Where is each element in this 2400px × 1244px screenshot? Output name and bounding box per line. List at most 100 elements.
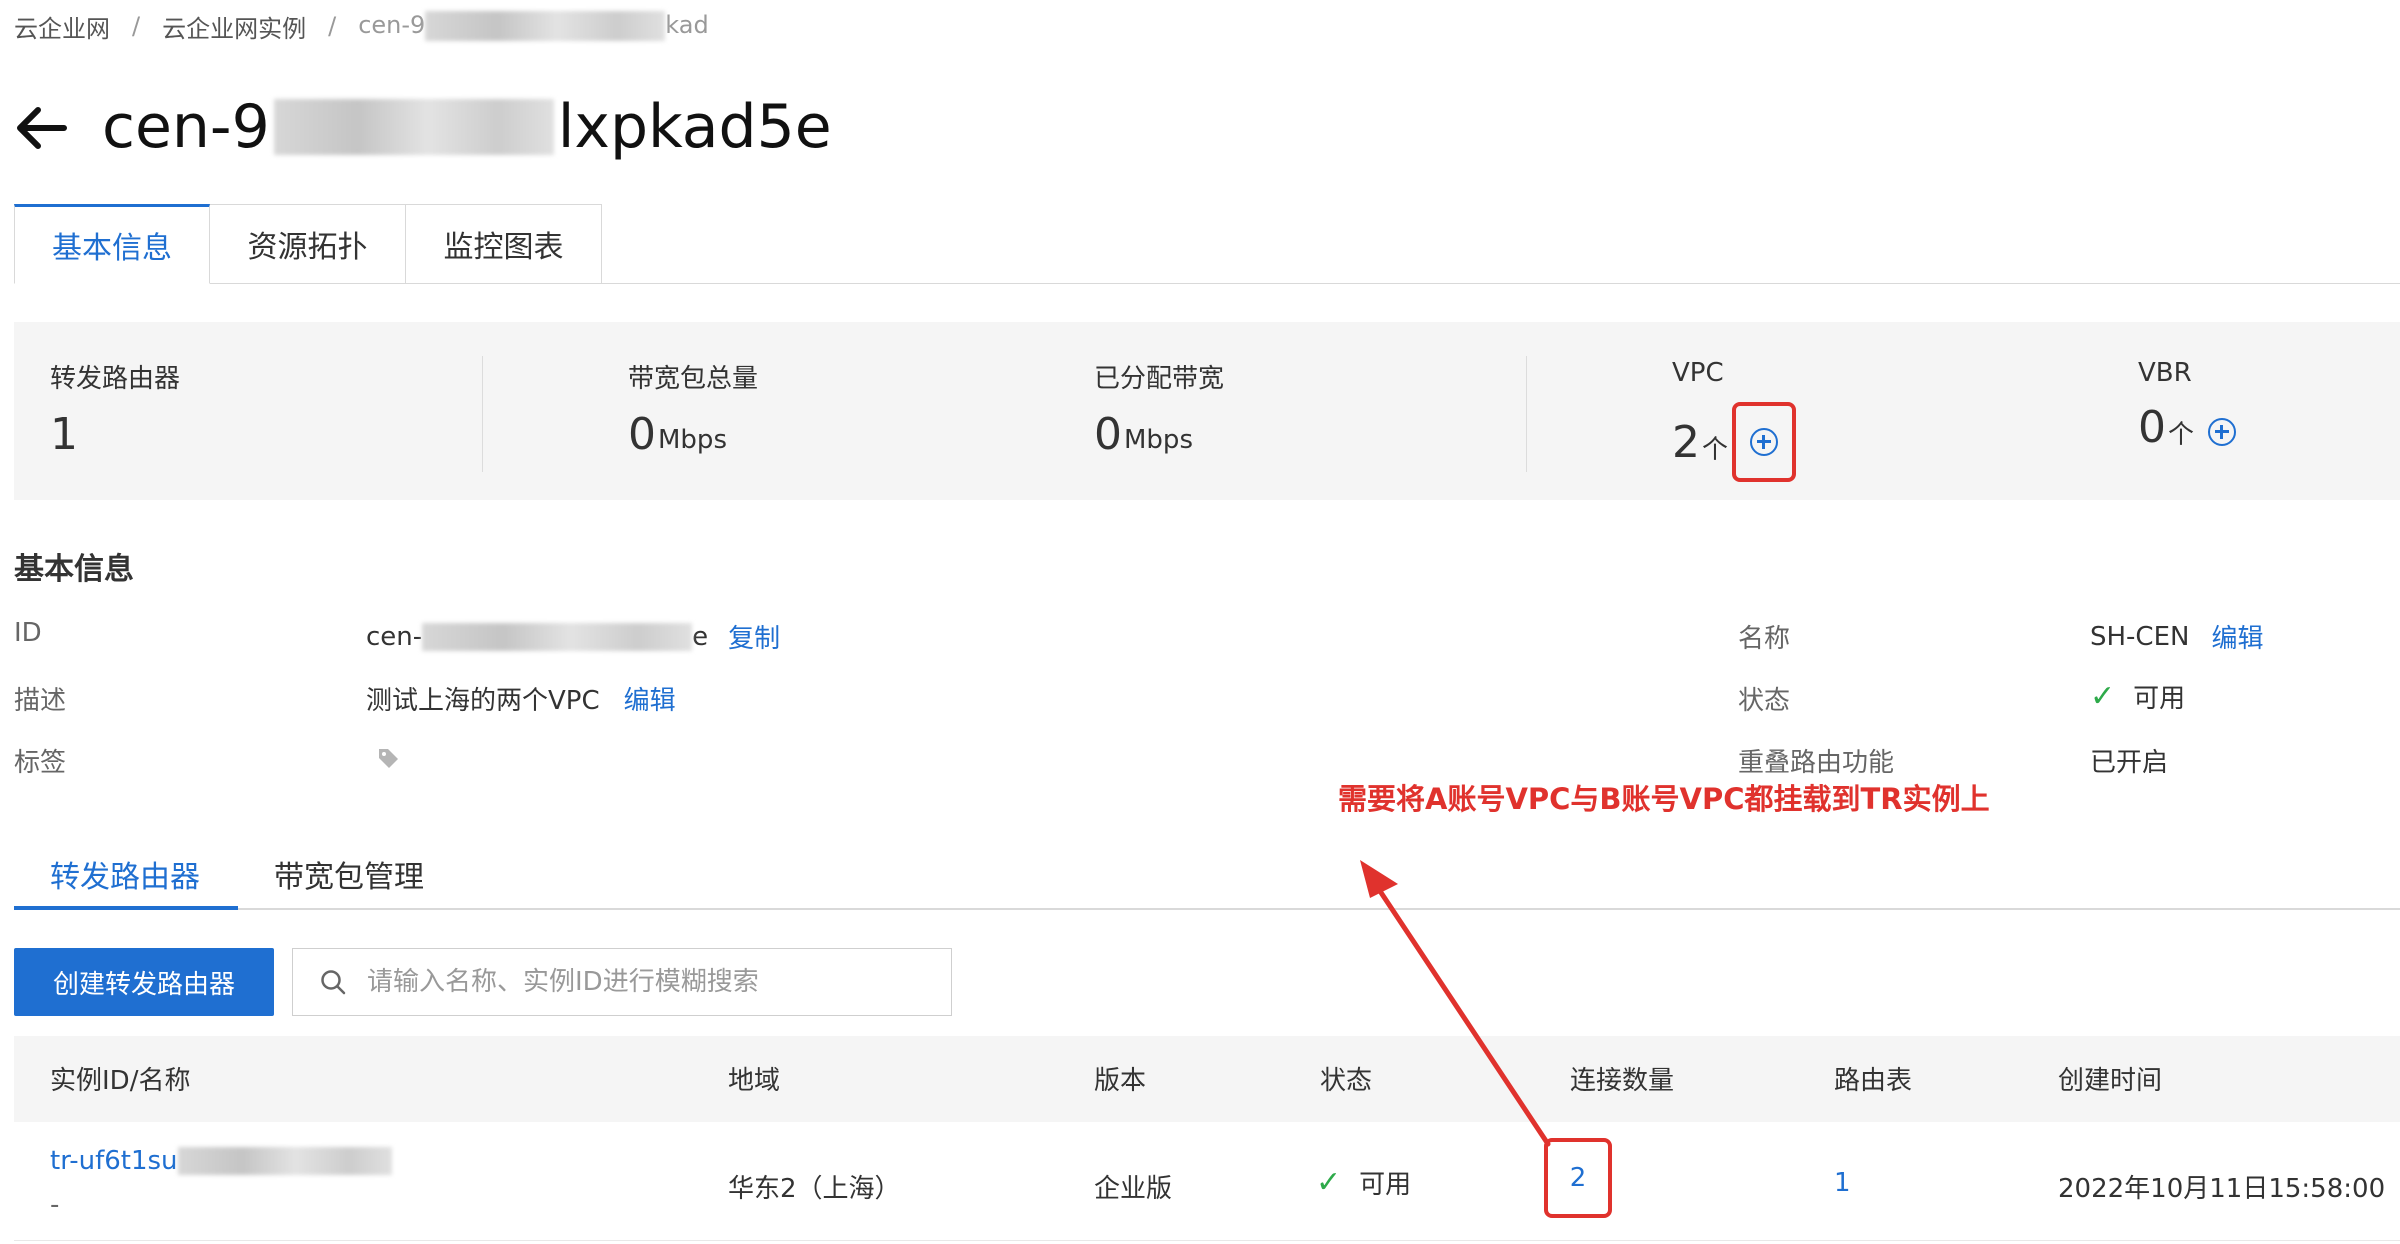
description-value: 测试上海的两个VPC 编辑: [366, 680, 676, 717]
bandwidth-total-value: 0: [628, 409, 656, 460]
status-value: ✓ 可用: [2090, 678, 2185, 715]
page-title: cen-9 lxpkad5e: [102, 90, 832, 164]
description-label: 描述: [14, 686, 67, 716]
column-header-edition: 版本: [1094, 1066, 1147, 1096]
vbr-unit: 个: [2168, 420, 2195, 450]
top-tabs: 基本信息 资源拓扑 监控图表: [14, 204, 602, 284]
stat-divider: [482, 356, 483, 472]
add-vbr-plus-icon[interactable]: [2208, 417, 2237, 446]
search-icon: [321, 970, 346, 995]
vpc-add-highlight: [1732, 402, 1797, 482]
bandwidth-allocated-value: 0: [1094, 409, 1122, 460]
stat-value: 1: [50, 409, 180, 460]
column-header-region: 地域: [728, 1066, 781, 1096]
id-label: ID: [14, 618, 42, 648]
column-header-route-tables: 路由表: [1834, 1066, 1913, 1096]
table-header: [14, 1036, 2400, 1122]
edit-description-link[interactable]: 编辑: [624, 680, 676, 717]
stat-value: 2个: [1672, 402, 1797, 482]
stat-forwarder: 转发路由器 1: [50, 358, 180, 460]
breadcrumb-separator: /: [328, 12, 337, 40]
redacted-region: [425, 11, 666, 41]
redacted-region: [422, 622, 693, 651]
tags-label: 标签: [14, 748, 67, 778]
connections-count-link[interactable]: 2: [1570, 1163, 1587, 1193]
status-cell-text: 可用: [1359, 1170, 1412, 1200]
create-forwarder-button[interactable]: 创建转发路由器: [14, 948, 274, 1016]
search-box: [292, 948, 952, 1016]
breadcrumb-item-cen-instances[interactable]: 云企业网实例: [162, 9, 306, 44]
tab-resource-topology[interactable]: 资源拓扑: [210, 204, 406, 284]
stat-label: VBR: [2138, 358, 2192, 388]
subtab-active-indicator: [14, 906, 238, 910]
tab-monitoring-charts[interactable]: 监控图表: [406, 204, 602, 284]
forwarder-count: 1: [50, 409, 78, 460]
status-cell: ✓ 可用: [1316, 1164, 1411, 1201]
created-time-cell: 2022年10月11日15:58:00: [2058, 1174, 2386, 1204]
bandwidth-allocated-unit: Mbps: [1124, 424, 1193, 455]
description-text: 测试上海的两个VPC: [366, 686, 600, 716]
bandwidth-total-unit: Mbps: [658, 424, 727, 455]
page-title-prefix: cen-9: [102, 92, 270, 162]
overlap-routing-label: 重叠路由功能: [1738, 748, 1895, 778]
name-text: SH-CEN: [2090, 621, 2190, 652]
subtabs-divider: [14, 908, 2400, 910]
stat-vbr: VBR 0个: [2138, 358, 2237, 453]
edition-cell: 企业版: [1094, 1174, 1173, 1204]
name-value: SH-CEN 编辑: [2090, 618, 2263, 655]
column-header-created-time: 创建时间: [2058, 1066, 2163, 1096]
name-label: 名称: [1738, 624, 1791, 654]
redacted-region: [177, 1147, 392, 1175]
vpc-unit: 个: [1702, 434, 1729, 465]
breadcrumb-current-suffix: kad: [665, 11, 709, 39]
overlap-routing-value: 已开启: [2090, 748, 2169, 778]
add-vpc-plus-icon[interactable]: [1750, 428, 1779, 456]
route-tables-link[interactable]: 1: [1834, 1168, 1851, 1198]
row-divider: [14, 1240, 2400, 1241]
breadcrumb-current: cen-9 kad: [358, 11, 709, 41]
redacted-region: [273, 99, 554, 155]
back-arrow-icon[interactable]: [12, 98, 72, 158]
stat-vpc: VPC 2个: [1672, 358, 1797, 482]
stat-label: VPC: [1672, 358, 1724, 388]
vpc-count: 2: [1672, 416, 1700, 468]
basic-info-heading: 基本信息: [14, 552, 134, 587]
status-label: 状态: [1738, 686, 1791, 716]
stats-panel: 转发路由器 1 带宽包总量 0 Mbps 已分配带宽 0 Mbps VPC 2个 V…: [14, 322, 2400, 500]
stat-label: 已分配带宽: [1094, 364, 1225, 394]
check-icon: ✓: [1316, 1165, 1342, 1200]
stat-divider: [1526, 356, 1527, 472]
status-text: 可用: [2133, 684, 2186, 714]
page-title-suffix: lxpkad5e: [557, 92, 832, 162]
vbr-count: 0: [2138, 402, 2166, 453]
breadcrumb: 云企业网 / 云企业网实例 / cen-9 kad: [14, 8, 709, 44]
tab-basic-info[interactable]: 基本信息: [14, 204, 210, 284]
edit-name-link[interactable]: 编辑: [2211, 618, 2263, 655]
stat-value: 0 Mbps: [1094, 409, 1224, 460]
search-input[interactable]: [367, 967, 927, 997]
instance-name: -: [50, 1190, 60, 1220]
breadcrumb-current-prefix: cen-9: [358, 11, 426, 39]
stat-label: 转发路由器: [50, 364, 181, 394]
stat-value: 0个: [2138, 402, 2237, 453]
instance-id-link[interactable]: tr-uf6t1su: [50, 1146, 178, 1176]
table-row-instance-id: tr-uf6t1su: [50, 1146, 392, 1176]
id-suffix: e: [692, 621, 709, 652]
stat-bandwidth-total: 带宽包总量 0 Mbps: [628, 358, 758, 460]
column-header-instance: 实例ID/名称: [50, 1066, 191, 1096]
annotation-arrow-icon: [1360, 860, 1551, 1147]
copy-id-link[interactable]: 复制: [728, 618, 780, 655]
breadcrumb-separator: /: [132, 12, 141, 40]
id-prefix: cen-: [366, 621, 423, 652]
route-tables-cell: 1: [1834, 1168, 1851, 1198]
stat-value: 0 Mbps: [628, 409, 758, 460]
subtab-forwarders[interactable]: 转发路由器: [50, 852, 200, 896]
annotation-text: 需要将A账号VPC与B账号VPC都挂载到TR实例上: [1338, 782, 1990, 816]
region-cell: 华东2（上海）: [728, 1174, 901, 1204]
subtab-bandwidth-packages[interactable]: 带宽包管理: [274, 852, 424, 896]
stat-label: 带宽包总量: [628, 364, 759, 394]
tag-icon[interactable]: [376, 746, 400, 770]
id-value: cen-e 复制: [366, 618, 780, 655]
breadcrumb-item-cen[interactable]: 云企业网: [14, 9, 110, 44]
check-icon: ✓: [2090, 679, 2116, 714]
